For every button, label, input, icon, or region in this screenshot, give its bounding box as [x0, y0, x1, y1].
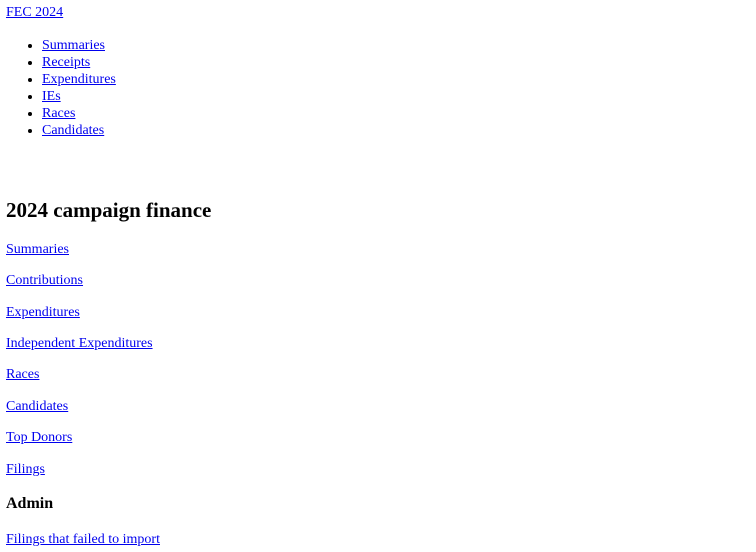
link-filings[interactable]: Filings: [6, 462, 45, 478]
nav-item-candidates: Candidates: [42, 122, 116, 139]
nav-item-summaries: Summaries: [42, 37, 116, 54]
nav-link-expenditures[interactable]: Expenditures: [42, 72, 116, 87]
nav-item-ies: IEs: [42, 88, 116, 105]
nav-item-expenditures: Expenditures: [42, 71, 116, 88]
top-nav: Summaries Receipts Expenditures IEs Race…: [42, 37, 116, 139]
nav-link-candidates[interactable]: Candidates: [42, 123, 104, 138]
brand-link[interactable]: FEC 2024: [6, 5, 63, 21]
link-expenditures[interactable]: Expenditures: [6, 305, 80, 321]
admin-heading: Admin: [6, 495, 54, 512]
link-top-donors[interactable]: Top Donors: [6, 430, 72, 446]
link-summaries[interactable]: Summaries: [6, 242, 69, 258]
link-candidates[interactable]: Candidates: [6, 399, 68, 415]
nav-link-summaries[interactable]: Summaries: [42, 38, 105, 53]
nav-item-races: Races: [42, 105, 116, 122]
nav-item-receipts: Receipts: [42, 54, 116, 71]
link-races[interactable]: Races: [6, 367, 39, 383]
link-failed-filings[interactable]: Filings that failed to import: [6, 532, 160, 548]
link-contributions[interactable]: Contributions: [6, 273, 83, 289]
link-independent-expenditures[interactable]: Independent Expenditures: [6, 336, 153, 352]
nav-link-ies[interactable]: IEs: [42, 89, 61, 104]
nav-link-receipts[interactable]: Receipts: [42, 55, 90, 70]
page-title: 2024 campaign finance: [6, 198, 212, 222]
nav-link-races[interactable]: Races: [42, 106, 75, 121]
